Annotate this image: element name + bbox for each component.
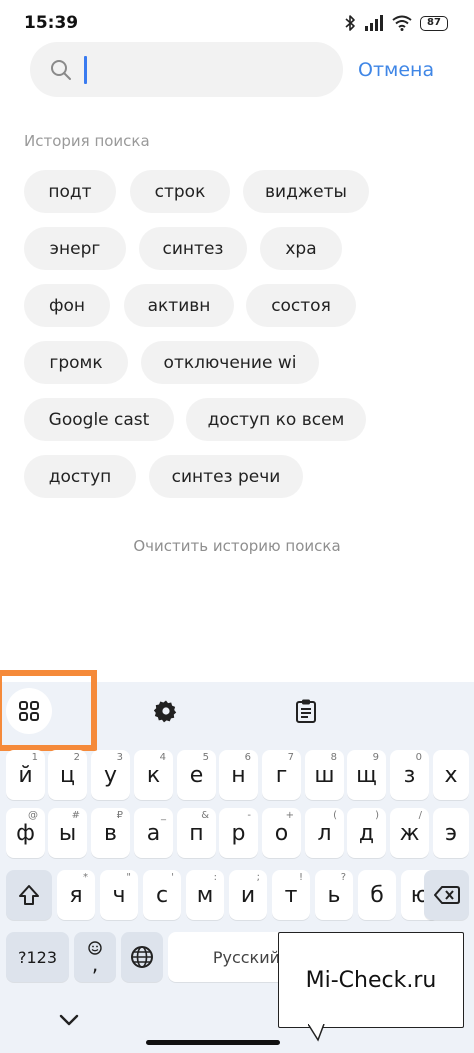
callout-tail — [308, 1024, 325, 1042]
key[interactable]: р- — [219, 808, 258, 858]
key[interactable]: л( — [305, 808, 344, 858]
backspace-key[interactable] — [424, 870, 469, 920]
language-key[interactable] — [121, 932, 163, 982]
apps-grid-icon — [19, 701, 39, 721]
search-input[interactable] — [30, 42, 343, 97]
key[interactable]: ц2 — [48, 750, 87, 800]
key[interactable]: х — [433, 750, 469, 800]
cancel-button[interactable]: Отмена — [358, 55, 434, 85]
key[interactable]: й1 — [6, 750, 45, 800]
history-chip[interactable]: подт — [24, 170, 116, 213]
history-chip[interactable]: виджеты — [243, 170, 369, 213]
key[interactable]: и; — [229, 870, 267, 920]
battery-level: 87 — [427, 17, 441, 28]
history-chip[interactable]: синтез речи — [149, 455, 303, 498]
key[interactable]: г7 — [262, 750, 301, 800]
key[interactable]: д) — [347, 808, 386, 858]
history-chip[interactable]: активн — [124, 284, 234, 327]
key[interactable]: о + — [262, 808, 301, 858]
comma-label: , — [91, 952, 99, 976]
clipboard-icon — [296, 699, 316, 723]
key[interactable]: у3 — [91, 750, 130, 800]
keyboard-settings-button[interactable] — [143, 688, 189, 734]
key[interactable]: т! — [272, 870, 310, 920]
home-indicator[interactable] — [146, 1040, 280, 1045]
history-chip[interactable]: состоя — [246, 284, 356, 327]
chevron-down-icon[interactable] — [55, 1010, 83, 1030]
key[interactable]: щ9 — [347, 750, 386, 800]
watermark-text: Mi-Check.ru — [305, 967, 437, 993]
history-chip[interactable]: фон — [24, 284, 110, 327]
key[interactable]: з0 — [390, 750, 429, 800]
history-title: История поиска — [24, 132, 150, 150]
battery-icon: 87 — [420, 15, 448, 31]
bluetooth-icon — [345, 15, 355, 31]
key[interactable]: н6 — [219, 750, 258, 800]
history-chip[interactable]: Google cast — [24, 398, 174, 441]
key[interactable]: е5 — [177, 750, 216, 800]
key[interactable]: а _ — [134, 808, 173, 858]
history-chip[interactable]: синтез — [139, 227, 247, 270]
wifi-icon — [392, 15, 412, 31]
history-chip[interactable]: энерг — [24, 227, 126, 270]
history-chip[interactable]: хра — [260, 227, 342, 270]
key[interactable]: ж / — [390, 808, 429, 858]
key[interactable]: п & — [177, 808, 216, 858]
key[interactable]: ф @ — [6, 808, 45, 858]
key[interactable]: в ₽ — [91, 808, 130, 858]
keyboard-apps-button[interactable] — [6, 688, 52, 734]
globe-icon — [131, 946, 153, 968]
key[interactable]: я * — [57, 870, 95, 920]
text-cursor — [84, 55, 87, 84]
emoji-comma-key[interactable]: , — [74, 932, 116, 982]
key[interactable]: ч " — [100, 870, 138, 920]
key[interactable]: м: — [186, 870, 224, 920]
history-chip[interactable]: доступ ко всем — [186, 398, 366, 441]
search-icon — [51, 59, 71, 80]
status-time: 15:39 — [24, 13, 79, 33]
key[interactable]: ь? — [315, 870, 353, 920]
backspace-icon — [433, 886, 460, 904]
status-bar: 15:39 87 — [0, 0, 474, 46]
history-chip[interactable]: отключение wi — [141, 341, 319, 384]
keyboard-clipboard-button[interactable] — [283, 688, 329, 734]
key[interactable]: к4 — [134, 750, 173, 800]
shift-icon — [19, 885, 39, 905]
watermark-callout: Mi-Check.ru — [278, 932, 464, 1028]
history-chip[interactable]: громк — [24, 341, 128, 384]
symbols-key[interactable]: ?123 — [6, 932, 69, 982]
gear-icon — [154, 700, 177, 723]
history-chip[interactable]: строк — [130, 170, 230, 213]
shift-key[interactable] — [6, 870, 52, 920]
key[interactable]: ш8 — [305, 750, 344, 800]
clear-history-button[interactable]: Очистить историю поиска — [0, 537, 474, 555]
key[interactable]: ы # — [48, 808, 87, 858]
key[interactable]: э — [433, 808, 469, 858]
status-icons: 87 — [344, 14, 448, 32]
key[interactable]: с ' — [143, 870, 181, 920]
history-chip[interactable]: доступ — [24, 455, 136, 498]
key[interactable]: б — [358, 870, 396, 920]
signal-icon — [365, 15, 383, 31]
